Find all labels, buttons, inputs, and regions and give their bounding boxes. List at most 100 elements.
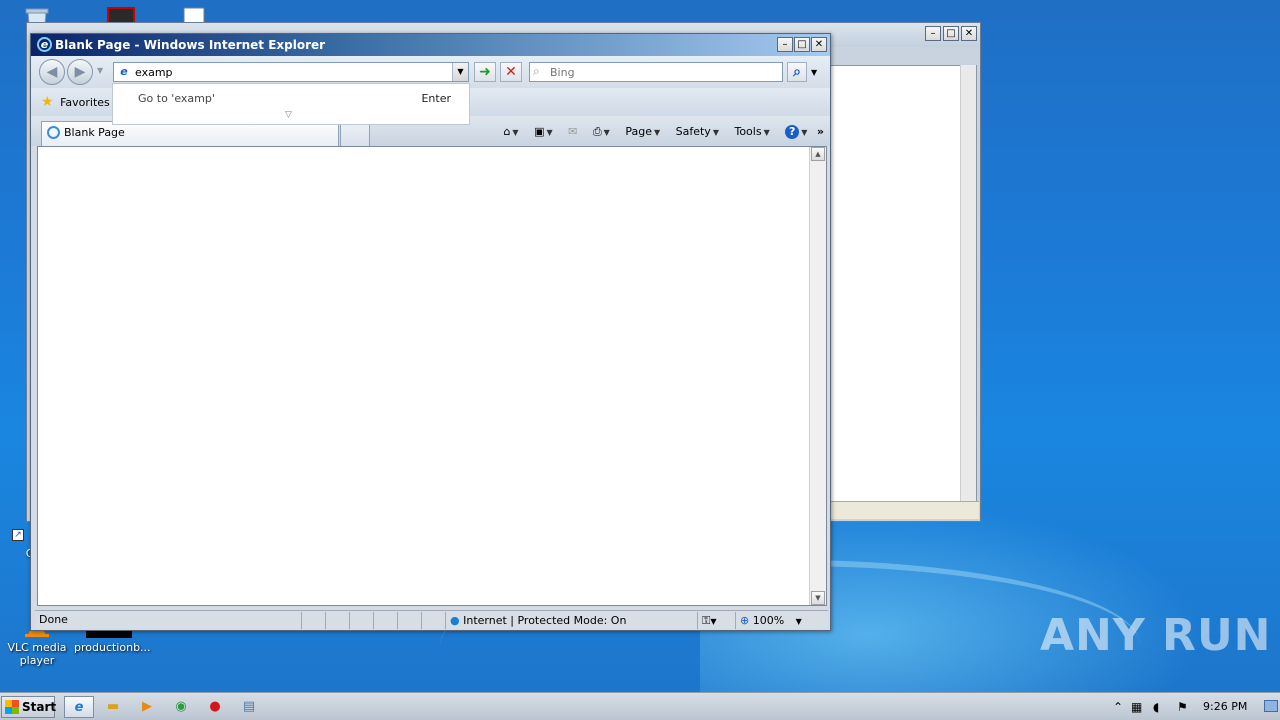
clock[interactable]: 9:26 PM — [1203, 693, 1247, 720]
stop-x-icon: ✕ — [505, 64, 517, 80]
globe-icon: ● — [450, 614, 460, 627]
back-button[interactable]: ◀ — [39, 59, 65, 85]
status-text: Done — [39, 613, 68, 626]
scroll-down-arrow-icon[interactable]: ▼ — [811, 591, 825, 605]
ie-window[interactable]: e Blank Page - Windows Internet Explorer… — [30, 33, 831, 631]
maximize-button[interactable]: □ — [943, 26, 959, 41]
background-window-content — [829, 65, 977, 517]
tools-menu-label: Tools — [734, 125, 762, 138]
protected-mode-button[interactable]: ⚿▼ — [697, 612, 733, 629]
volume-icon[interactable]: ◖ — [1153, 693, 1159, 720]
background-window-statusbar — [829, 501, 979, 519]
desktop-icon-label: productionb... — [74, 641, 151, 654]
safety-menu[interactable]: Safety ▼ — [670, 122, 719, 143]
safety-menu-label: Safety — [675, 125, 711, 138]
action-center-flag-icon[interactable]: ⚑ — [1177, 693, 1188, 720]
go-button[interactable]: ➜ — [474, 62, 496, 82]
expand-suggestions-icon[interactable]: ▽ — [285, 110, 292, 120]
taskbar-opera[interactable]: ● — [200, 696, 230, 718]
tab-label: Blank Page — [64, 126, 125, 139]
window-title: Blank Page - Windows Internet Explorer — [55, 38, 326, 52]
maximize-button[interactable]: □ — [794, 37, 810, 52]
address-autocomplete[interactable]: Go to 'examp' Enter ▽ — [112, 83, 470, 125]
address-bar[interactable]: e ▼ — [113, 62, 469, 82]
zoom-label: 100% — [752, 614, 785, 627]
opera-icon: ● — [209, 699, 221, 714]
start-label: Start — [22, 700, 57, 714]
star-icon: ★ — [41, 94, 54, 110]
status-segment — [301, 612, 325, 629]
status-segment — [373, 612, 397, 629]
ie-logo-icon: e — [74, 700, 84, 715]
shortcut-arrow-icon: ↗ — [12, 529, 24, 541]
help-icon: ? — [785, 125, 800, 139]
chevron-more-icon[interactable]: » — [817, 122, 824, 142]
go-arrow-icon: ➜ — [479, 64, 491, 80]
close-button[interactable]: ✕ — [961, 26, 977, 41]
favorites-button[interactable]: ★ Favorites — [41, 94, 110, 110]
folder-icon: ▬ — [106, 699, 120, 714]
start-button[interactable]: Start — [1, 696, 57, 718]
status-segment — [325, 612, 349, 629]
background-window-scrollbar[interactable] — [960, 65, 976, 505]
forward-arrow-icon: ▶ — [74, 64, 86, 80]
help-button[interactable]: ? ▼ — [779, 122, 807, 143]
forward-button[interactable]: ▶ — [67, 59, 93, 85]
status-bar: Done ● Internet | Protected Mode: On ⚿▼ … — [35, 610, 828, 629]
zone-label: Internet | Protected Mode: On — [463, 614, 627, 627]
taskbar-notepad[interactable]: ▤ — [234, 696, 264, 718]
print-button[interactable]: ⎙ ▼ — [587, 122, 610, 143]
home-icon: ⌂ — [503, 125, 511, 138]
taskbar: Start e ▬ ▶ ◉ ● ▤ ⌃ ▦ ◖ ⚑ 9:26 PM — [0, 692, 1280, 720]
zoom-dropdown-icon[interactable]: ▼ — [796, 617, 802, 626]
page-icon: e — [120, 65, 128, 78]
taskbar-chrome[interactable]: ◉ — [166, 696, 196, 718]
close-button[interactable]: ✕ — [811, 37, 827, 52]
show-desktop-icon[interactable] — [1264, 700, 1278, 712]
show-hidden-icons-icon[interactable]: ⌃ — [1113, 693, 1123, 720]
status-segment — [397, 612, 421, 629]
minimize-button[interactable]: – — [925, 26, 941, 41]
stop-button[interactable]: ✕ — [500, 62, 522, 82]
goto-suggestion[interactable]: Go to 'examp' — [138, 92, 215, 105]
ie-titlebar[interactable]: e Blank Page - Windows Internet Explorer — [31, 34, 830, 56]
taskbar-ie[interactable]: e — [64, 696, 94, 718]
printer-icon: ⎙ — [592, 125, 602, 138]
minimize-button[interactable]: – — [777, 37, 793, 52]
search-box[interactable]: ⌕ — [529, 62, 783, 82]
tools-menu[interactable]: Tools ▼ — [728, 122, 769, 143]
scroll-up-arrow-icon[interactable]: ▲ — [811, 147, 825, 161]
taskbar-explorer[interactable]: ▬ — [98, 696, 128, 718]
favorites-label: Favorites — [60, 96, 110, 109]
recent-pages-dropdown[interactable]: ▼ — [97, 66, 103, 75]
search-options-dropdown[interactable]: ▼ — [811, 68, 817, 77]
home-button[interactable]: ⌂ ▼ — [497, 122, 518, 143]
zoom-button[interactable]: ⊕ 100% ▼ — [735, 612, 811, 629]
status-segment — [421, 612, 445, 629]
mail-icon: ✉ — [568, 125, 578, 138]
network-icon[interactable]: ▦ — [1131, 693, 1142, 720]
address-dropdown-button[interactable]: ▼ — [452, 63, 468, 81]
search-button[interactable]: ⌕ — [787, 62, 807, 82]
mail-button[interactable]: ✉ — [562, 122, 577, 142]
taskbar-media-player[interactable]: ▶ — [132, 696, 162, 718]
system-tray: ⌃ ▦ ◖ ⚑ 9:26 PM — [1105, 693, 1280, 720]
security-zone[interactable]: ● Internet | Protected Mode: On — [445, 612, 697, 629]
back-arrow-icon: ◀ — [46, 64, 58, 80]
search-provider-icon: ⌕ — [533, 64, 540, 78]
page-menu-label: Page — [625, 125, 652, 138]
notepad-icon: ▤ — [242, 699, 256, 714]
enter-hint: Enter — [421, 92, 451, 105]
windows-logo-icon — [5, 700, 19, 714]
page-menu[interactable]: Page ▼ — [619, 122, 660, 143]
vertical-scrollbar[interactable]: ▲ ▼ — [809, 147, 826, 605]
desktop-icon-label: VLC media player — [7, 641, 67, 667]
search-input[interactable] — [550, 64, 778, 80]
command-bar: ⌂ ▼ ▣ ▼ ✉ ⎙ ▼ Page ▼ Safety ▼ Tools ▼ ? ▼ » — [491, 122, 824, 142]
rss-icon: ▣ — [534, 125, 545, 138]
address-input[interactable] — [135, 64, 445, 80]
feeds-button[interactable]: ▣ ▼ — [528, 122, 553, 143]
magnifier-icon: ⌕ — [793, 64, 801, 80]
page-content[interactable]: ▲ ▼ — [37, 146, 827, 606]
status-segment — [349, 612, 373, 629]
